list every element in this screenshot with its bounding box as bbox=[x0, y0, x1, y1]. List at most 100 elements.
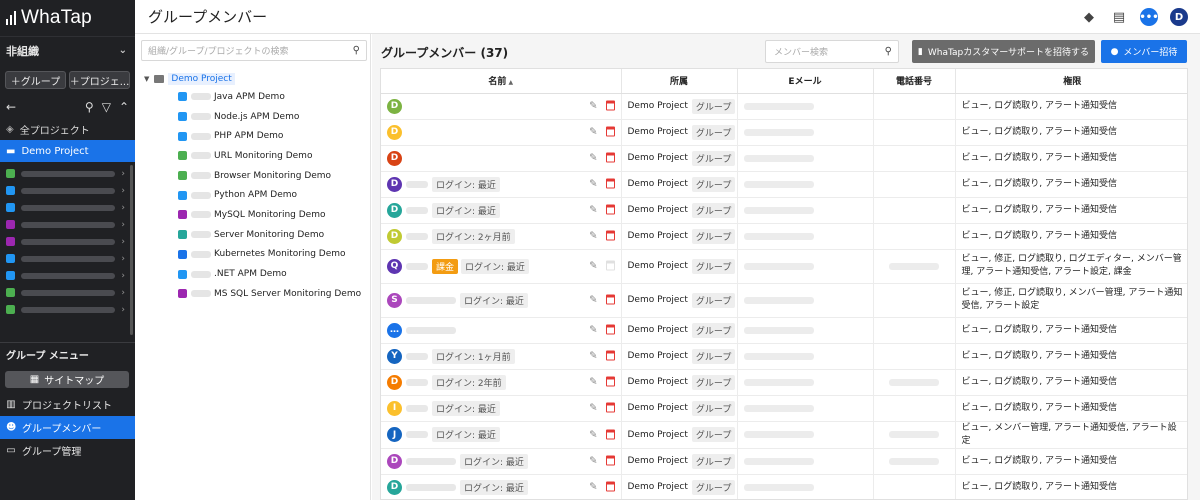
tree-search-input[interactable]: 組織/グループ/プロジェクトの検索 ⚲ bbox=[141, 40, 367, 61]
member-search-input[interactable]: メンバー検索 ⚲ bbox=[765, 40, 899, 63]
delete-icon[interactable] bbox=[605, 324, 615, 335]
chat-icon[interactable]: ••• bbox=[1139, 8, 1159, 26]
project-type-icon bbox=[6, 288, 15, 297]
permissions-text: ビュー, ログ読取り, アラート通知受信 bbox=[961, 455, 1117, 466]
whatap-logo[interactable]: WhaTap bbox=[0, 0, 135, 36]
delete-icon[interactable] bbox=[605, 230, 615, 241]
table-row[interactable]: … ✎ Demo Project グループ ビュー, ログ読取り, アラート通知受信 bbox=[381, 317, 1187, 344]
tree-project-item[interactable]: Java APM Demo bbox=[178, 87, 361, 107]
tree-project-item[interactable]: Browser Monitoring Demo bbox=[178, 166, 361, 186]
table-row[interactable]: D ログイン: 最近 ✎ Demo Project グループ ビュー, ログ読取り, アラ… bbox=[381, 197, 1187, 224]
back-arrow-icon[interactable]: ← bbox=[6, 100, 16, 114]
sidebar-project-item[interactable]: › bbox=[0, 284, 135, 301]
invite-member-button[interactable]: ● メンバー招待 bbox=[1101, 40, 1187, 63]
sidebar-scrollbar[interactable] bbox=[130, 165, 133, 335]
column-header-email[interactable]: Eメール bbox=[737, 69, 874, 94]
edit-icon[interactable]: ✎ bbox=[589, 295, 597, 306]
edit-icon[interactable]: ✎ bbox=[589, 153, 597, 164]
edit-icon[interactable]: ✎ bbox=[589, 456, 597, 467]
edit-icon[interactable]: ✎ bbox=[589, 261, 597, 272]
add-project-button[interactable]: ＋ プロジェ... bbox=[69, 71, 130, 89]
table-row[interactable]: I ログイン: 最近 ✎ Demo Project グループ ビュー, ログ読取り, アラ… bbox=[381, 395, 1187, 422]
sitemap-button[interactable]: ▦ サイトマップ bbox=[5, 371, 129, 388]
column-header-name[interactable]: 名前 ▲ bbox=[381, 69, 622, 94]
edit-icon[interactable]: ✎ bbox=[589, 325, 597, 336]
sidebar-item-demo-project[interactable]: ▬ Demo Project bbox=[0, 140, 135, 162]
sidebar-project-item[interactable]: › bbox=[0, 233, 135, 250]
tree-project-item[interactable]: URL Monitoring Demo bbox=[178, 146, 361, 166]
delete-icon[interactable] bbox=[605, 350, 615, 361]
tree-project-item[interactable]: .NET APM Demo bbox=[178, 264, 361, 284]
table-row[interactable]: D ✎ Demo Project グループ ビュー, ログ読取り, アラート通知受信 bbox=[381, 119, 1187, 146]
sidebar-item-group-management[interactable]: ▭ グループ管理 bbox=[0, 439, 135, 462]
filter-icon[interactable]: ▽ bbox=[102, 100, 111, 114]
table-row[interactable]: D ✎ Demo Project グループ ビュー, ログ読取り, アラート通知受信 bbox=[381, 93, 1187, 120]
delete-icon[interactable] bbox=[605, 100, 615, 111]
delete-icon[interactable] bbox=[605, 204, 615, 215]
search-icon[interactable]: ⚲ bbox=[85, 100, 94, 114]
search-icon[interactable]: ⚲ bbox=[885, 46, 892, 57]
edit-icon[interactable]: ✎ bbox=[589, 127, 597, 138]
tree-root-node[interactable]: ▼ Demo Project bbox=[144, 71, 235, 86]
table-row[interactable]: D ログイン: 2ヶ月前 ✎ Demo Project グループ ビュー, ログ読取り, … bbox=[381, 223, 1187, 250]
name-cell: D ログイン: 最近 ✎ bbox=[381, 474, 622, 499]
org-selector[interactable]: 非組織 ⌄ bbox=[0, 36, 135, 64]
table-row[interactable]: D ✎ Demo Project グループ ビュー, ログ読取り, アラート通知受信 bbox=[381, 145, 1187, 172]
edit-icon[interactable]: ✎ bbox=[589, 482, 597, 493]
chevron-right-icon: › bbox=[121, 219, 125, 230]
delete-icon[interactable] bbox=[605, 376, 615, 387]
caret-down-icon[interactable]: ▼ bbox=[144, 75, 149, 83]
table-row[interactable]: S ログイン: 最近 ✎ Demo Project グループ ビュー, 修正, ログ読取り… bbox=[381, 283, 1187, 318]
paint-bucket-icon[interactable]: ◆ bbox=[1080, 8, 1098, 26]
tree-project-item[interactable]: MS SQL Server Monitoring Demo bbox=[178, 284, 361, 304]
table-row[interactable]: Y ログイン: 1ヶ月前 ✎ Demo Project グループ ビュー, ログ読取り, … bbox=[381, 343, 1187, 370]
delete-icon[interactable] bbox=[605, 126, 615, 137]
delete-icon[interactable] bbox=[605, 294, 615, 305]
delete-icon[interactable] bbox=[605, 178, 615, 189]
column-header-permissions[interactable]: 権限 bbox=[955, 69, 1187, 94]
edit-icon[interactable]: ✎ bbox=[589, 205, 597, 216]
edit-icon[interactable]: ✎ bbox=[589, 351, 597, 362]
tree-project-item[interactable]: Node.js APM Demo bbox=[178, 107, 361, 127]
column-header-phone[interactable]: 電話番号 bbox=[873, 69, 956, 94]
sidebar-item-project-list[interactable]: ▥ プロジェクトリスト bbox=[0, 393, 135, 416]
delete-icon[interactable] bbox=[605, 481, 615, 492]
delete-icon[interactable] bbox=[605, 402, 615, 413]
delete-icon[interactable] bbox=[605, 455, 615, 466]
search-icon[interactable]: ⚲ bbox=[353, 45, 360, 56]
sidebar-project-item[interactable]: › bbox=[0, 165, 135, 182]
document-icon[interactable]: ▤ bbox=[1110, 8, 1128, 26]
edit-icon[interactable]: ✎ bbox=[589, 101, 597, 112]
table-row[interactable]: D ログイン: 最近 ✎ Demo Project グループ ビュー, ログ読取り, アラ… bbox=[381, 448, 1187, 475]
invite-support-button[interactable]: ▮ WhaTapカスタマーサポートを招待する bbox=[912, 40, 1095, 63]
edit-icon[interactable]: ✎ bbox=[589, 429, 597, 440]
all-projects-item[interactable]: ◈ 全プロジェクト bbox=[0, 118, 135, 140]
sidebar-project-item[interactable]: › bbox=[0, 216, 135, 233]
sidebar-item-group-members[interactable]: ☻ グループメンバー bbox=[0, 416, 135, 439]
table-row[interactable]: Q 課金 ログイン: 最近 ✎ Demo Project グループ ビュー, 修正, ログ読… bbox=[381, 249, 1187, 284]
sidebar-project-item[interactable]: › bbox=[0, 199, 135, 216]
sidebar-project-item[interactable]: › bbox=[0, 301, 135, 318]
edit-icon[interactable]: ✎ bbox=[589, 179, 597, 190]
sidebar-project-item[interactable]: › bbox=[0, 267, 135, 284]
delete-icon[interactable] bbox=[605, 429, 615, 439]
user-avatar[interactable]: D bbox=[1170, 8, 1188, 26]
chevron-up-icon[interactable]: ⌃ bbox=[119, 100, 129, 114]
table-row[interactable]: D ログイン: 最近 ✎ Demo Project グループ ビュー, ログ読取り, アラ… bbox=[381, 171, 1187, 198]
sidebar-project-item[interactable]: › bbox=[0, 250, 135, 267]
edit-icon[interactable]: ✎ bbox=[589, 403, 597, 414]
sidebar-project-item[interactable]: › bbox=[0, 182, 135, 199]
tree-project-item[interactable]: Kubernetes Monitoring Demo bbox=[178, 245, 361, 265]
table-row[interactable]: D ログイン: 最近 ✎ Demo Project グループ ビュー, ログ読取り, アラ… bbox=[381, 474, 1187, 499]
edit-icon[interactable]: ✎ bbox=[589, 377, 597, 388]
column-header-dept[interactable]: 所属 bbox=[621, 69, 738, 94]
tree-project-item[interactable]: Python APM Demo bbox=[178, 185, 361, 205]
edit-icon[interactable]: ✎ bbox=[589, 231, 597, 242]
tree-project-item[interactable]: MySQL Monitoring Demo bbox=[178, 205, 361, 225]
delete-icon[interactable] bbox=[605, 152, 615, 163]
table-row[interactable]: J ログイン: 最近 ✎ Demo Project グループ ビュー, メンバー管理, ア… bbox=[381, 421, 1187, 449]
tree-project-item[interactable]: PHP APM Demo bbox=[178, 126, 361, 146]
table-row[interactable]: D ログイン: 2年前 ✎ Demo Project グループ ビュー, ログ読取り, ア… bbox=[381, 369, 1187, 396]
tree-project-item[interactable]: Server Monitoring Demo bbox=[178, 225, 361, 245]
add-group-button[interactable]: ＋ グループ bbox=[5, 71, 66, 89]
